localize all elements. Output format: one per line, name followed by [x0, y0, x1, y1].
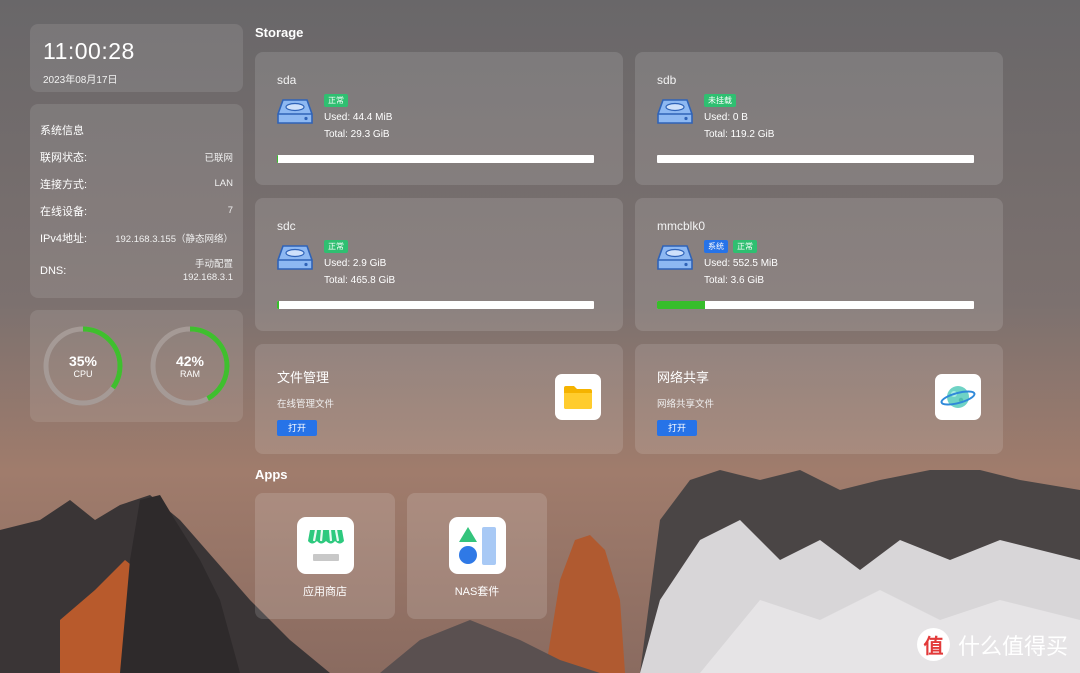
cpu-percent: 35%: [68, 353, 98, 369]
apps-section-title: Apps: [255, 467, 288, 482]
feature-subtitle: 在线管理文件: [277, 399, 335, 410]
network-status-label: 联网状态:: [40, 151, 88, 164]
ram-label: RAM: [180, 369, 200, 379]
feature-subtitle: 网络共享文件: [657, 399, 715, 410]
network-status-row: 联网状态: 已联网: [40, 143, 233, 170]
dns-address: 192.168.3.1: [182, 272, 233, 283]
dns-mode: 手动配置: [194, 259, 233, 270]
disk-name: mmcblk0: [657, 219, 706, 233]
disk-used: Used: 2.9 GiB: [324, 258, 387, 269]
app-tile-store[interactable]: 应用商店: [255, 493, 395, 619]
disk-total: Total: 29.3 GiB: [324, 129, 390, 140]
system-badge: 系统: [704, 240, 728, 253]
disk-usage-bar: [277, 155, 594, 163]
disk-name: sda: [277, 73, 297, 87]
connection-type-row: 连接方式: LAN: [40, 170, 233, 197]
storage-section-title: Storage: [255, 25, 304, 40]
online-devices-row: 在线设备: 7: [40, 197, 233, 224]
disk-total: Total: 3.6 GiB: [704, 275, 765, 286]
open-file-manager-button[interactable]: 打开: [277, 420, 318, 436]
disk-card-sda[interactable]: sda 正常 Used: 44.4 MiB Total: 29.3 GiB: [255, 52, 623, 185]
watermark-logo: 值: [916, 628, 950, 661]
nas-suite-icon: [449, 517, 506, 574]
ipv4-value: 192.168.3.155（静态网络）: [115, 233, 233, 245]
disk-name: sdc: [277, 219, 296, 233]
dns-label: DNS:: [40, 265, 67, 277]
network-share-card[interactable]: 网络共享 网络共享文件 打开: [635, 344, 1003, 454]
system-info-title: 系统信息: [40, 124, 84, 137]
online-devices-label: 在线设备:: [40, 205, 88, 218]
resource-gauges-panel: 35% CPU 42% RAM: [30, 310, 243, 422]
disk-used: Used: 44.4 MiB: [324, 112, 393, 123]
clock-date: 2023年08月17日: [43, 75, 118, 86]
ram-gauge: 42% RAM: [149, 325, 231, 407]
clock-panel: 11:00:28 2023年08月17日: [30, 24, 243, 92]
status-badge: 正常: [324, 240, 348, 253]
disk-total: Total: 119.2 GiB: [704, 129, 775, 140]
connection-type-value: LAN: [214, 178, 233, 189]
hard-drive-icon: [277, 245, 313, 270]
dns-value: 手动配置 192.168.3.1: [183, 258, 233, 284]
app-name: NAS套件: [454, 586, 500, 598]
disk-usage-bar: [277, 301, 594, 309]
disk-used: Used: 0 B: [704, 112, 748, 123]
store-icon: [297, 517, 354, 574]
online-devices-value: 7: [227, 205, 233, 216]
app-tile-nas-suite[interactable]: NAS套件: [407, 493, 547, 619]
disk-usage-bar: [657, 301, 974, 309]
clock-time: 11:00:28: [43, 38, 135, 64]
disk-badges: 未挂载: [704, 94, 774, 108]
disk-card-sdc[interactable]: sdc 正常 Used: 2.9 GiB Total: 465.8 GiB: [255, 198, 623, 331]
dns-row: DNS: 手动配置 192.168.3.1: [40, 251, 233, 291]
network-status-value: 已联网: [204, 152, 233, 164]
ram-percent: 42%: [175, 353, 205, 369]
ipv4-label: IPv4地址:: [40, 232, 88, 245]
watermark-text: 什么值得买: [957, 634, 1068, 660]
status-badge: 正常: [733, 240, 757, 253]
cpu-label: CPU: [73, 369, 93, 379]
hard-drive-icon: [277, 99, 313, 124]
cpu-gauge: 35% CPU: [42, 325, 124, 407]
disk-name: sdb: [657, 73, 677, 87]
disk-usage-fill: [657, 301, 705, 309]
disk-badges: 系统 正常: [704, 240, 778, 254]
disk-card-mmcblk0[interactable]: mmcblk0 系统 正常 Used: 552.5 MiB Total: 3.6…: [635, 198, 1003, 331]
status-badge: 未挂载: [704, 94, 736, 107]
disk-card-sdb[interactable]: sdb 未挂载 Used: 0 B Total: 119.2 GiB: [635, 52, 1003, 185]
hard-drive-icon: [657, 245, 693, 270]
disk-usage-bar: [657, 155, 974, 163]
app-name: 应用商店: [303, 586, 347, 598]
disk-badges: 正常: [324, 94, 392, 108]
file-manager-card[interactable]: 文件管理 在线管理文件 打开: [255, 344, 623, 454]
hard-drive-icon: [657, 99, 693, 124]
folder-icon[interactable]: [555, 374, 601, 420]
connection-type-label: 连接方式:: [40, 178, 88, 191]
feature-title: 文件管理: [277, 370, 330, 385]
disk-used: Used: 552.5 MiB: [704, 258, 778, 269]
feature-title: 网络共享: [657, 370, 710, 385]
smzdm-watermark: 值 什么值得买: [916, 628, 1068, 661]
disk-total: Total: 465.8 GiB: [324, 275, 396, 286]
status-badge: 正常: [324, 94, 348, 107]
ipv4-row: IPv4地址: 192.168.3.155（静态网络）: [40, 224, 233, 251]
disk-badges: 正常: [324, 240, 395, 254]
open-network-share-button[interactable]: 打开: [657, 420, 698, 436]
system-info-title-row: 系统信息: [40, 116, 233, 143]
system-info-panel: 系统信息 联网状态: 已联网 连接方式: LAN 在线设备: 7 IPv4地址:…: [30, 104, 243, 298]
planet-icon[interactable]: [935, 374, 981, 420]
disk-usage-fill: [277, 301, 279, 309]
